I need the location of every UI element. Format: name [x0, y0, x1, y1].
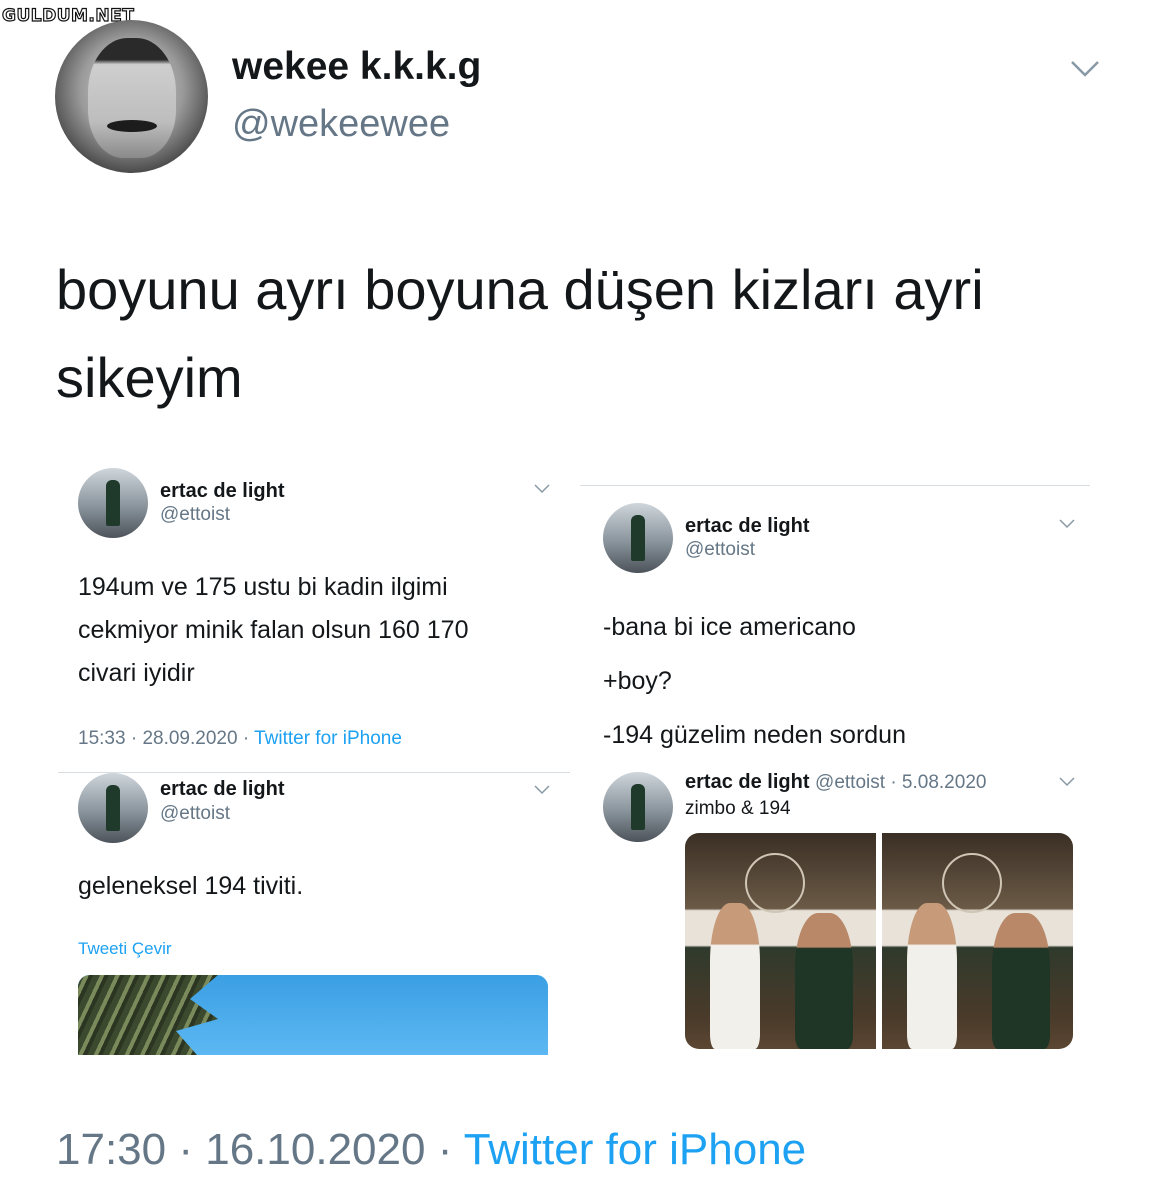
divider — [580, 485, 1090, 486]
chevron-down-icon[interactable] — [1059, 519, 1075, 529]
card-author-name: ertac de light @ettoist · 5.08.2020 — [685, 771, 986, 794]
card-author-handle[interactable]: @ettoist — [160, 803, 230, 825]
tweet-photo[interactable] — [685, 833, 876, 1049]
chevron-down-icon[interactable] — [534, 785, 550, 795]
separator: · — [437, 1125, 453, 1174]
avatar[interactable] — [603, 503, 673, 573]
avatar[interactable] — [78, 468, 148, 538]
card-author-handle: @ettoist · 5.08.2020 — [815, 772, 986, 793]
embedded-tweet-card[interactable]: ertac de light @ettoist 194um ve 175 ust… — [60, 460, 570, 770]
chevron-down-icon[interactable] — [1059, 777, 1075, 787]
author-handle[interactable]: @wekeewee — [232, 103, 450, 146]
separator: · — [890, 772, 897, 793]
tweet-photo[interactable] — [882, 833, 1073, 1049]
tweet-text: boyunu ayrı boyuna düşen kizları ayri si… — [56, 246, 1096, 422]
card-author-name[interactable]: ertac de light — [160, 778, 284, 801]
source-link[interactable]: Twitter for iPhone — [464, 1125, 806, 1174]
card-author-name-text[interactable]: ertac de light — [685, 771, 809, 793]
tweet-date: 16.10.2020 — [205, 1125, 426, 1174]
card-text: 194um ve 175 ustu bi kadin ilgimi cekmiy… — [78, 566, 468, 695]
embedded-tweet-card[interactable]: ertac de light @ettoist · 5.08.2020 zimb… — [585, 765, 1090, 842]
separator: · — [178, 1125, 193, 1174]
separator: · — [242, 728, 250, 749]
tweet-meta: 17:30 · 16.10.2020 · Twitter for iPhone — [56, 1125, 806, 1175]
card-text-line: cekmiyor minik falan olsun 160 170 — [78, 616, 469, 644]
card-text: -bana bi ice americano +boy? -194 güzeli… — [603, 600, 906, 762]
tweet-text-line: boyunu ayrı boyuna düşen kizları ayri — [56, 258, 984, 321]
embedded-tweet-card[interactable]: ertac de light @ettoist -bana bi ice ame… — [585, 495, 1090, 760]
card-author-name[interactable]: ertac de light — [160, 480, 284, 503]
translate-link[interactable]: Tweeti Çevir — [78, 939, 172, 959]
card-author-name[interactable]: ertac de light — [685, 515, 809, 538]
author-name[interactable]: wekee k.k.k.g — [232, 45, 481, 89]
card-time: 15:33 — [78, 728, 126, 749]
tweet-photo[interactable] — [78, 975, 548, 1055]
avatar[interactable] — [55, 20, 208, 173]
card-source-link[interactable]: Twitter for iPhone — [254, 728, 402, 749]
card-text-line: civari iyidir — [78, 659, 195, 687]
avatar[interactable] — [78, 773, 148, 843]
tweet-time: 17:30 — [56, 1125, 167, 1174]
separator: · — [130, 728, 138, 749]
chevron-down-icon[interactable] — [534, 484, 550, 494]
card-author-handle[interactable]: @ettoist — [160, 504, 230, 526]
tweet-photo-grid[interactable] — [685, 833, 1073, 1049]
card-text-line: 194um ve 175 ustu bi kadin ilgimi — [78, 573, 448, 601]
card-text-line: -bana bi ice americano — [603, 613, 856, 641]
tweet-text-line: sikeyim — [56, 346, 243, 409]
card-text-line: +boy? — [603, 667, 672, 695]
card-author-handle[interactable]: @ettoist — [685, 539, 755, 561]
handle-text[interactable]: @ettoist — [815, 772, 885, 793]
card-text: zimbo & 194 — [685, 798, 791, 819]
avatar[interactable] — [603, 772, 673, 842]
card-text-line: -194 güzelim neden sordun — [603, 721, 906, 749]
card-text: geleneksel 194 tiviti. — [78, 872, 304, 900]
card-meta: 15:33 · 28.09.2020 · Twitter for iPhone — [78, 728, 402, 750]
card-date: 28.09.2020 — [142, 728, 238, 749]
card-date: 5.08.2020 — [901, 772, 987, 793]
chevron-down-icon[interactable] — [1070, 60, 1100, 78]
